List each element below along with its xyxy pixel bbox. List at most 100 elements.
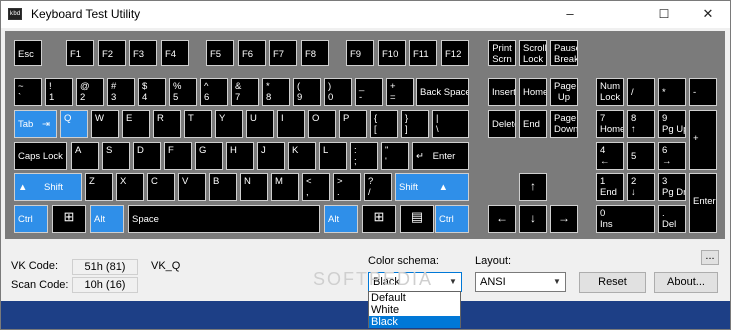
key-r[interactable]: R xyxy=(153,110,181,138)
minimize-button[interactable]: – xyxy=(547,1,593,28)
key-f8[interactable]: F8 xyxy=(301,40,329,66)
key-backslash[interactable]: | \ xyxy=(432,110,469,138)
key-y[interactable]: Y xyxy=(215,110,243,138)
key-numpad-5[interactable]: 5 xyxy=(627,142,655,170)
key-f9[interactable]: F9 xyxy=(346,40,374,66)
key-f11[interactable]: F11 xyxy=(409,40,437,66)
key-left-shift[interactable]: ▲ Shift xyxy=(14,173,82,201)
key-scroll-lock[interactable]: Scroll Lock xyxy=(519,40,547,66)
key-numpad-4[interactable]: 4 ← xyxy=(596,142,624,170)
key-2[interactable]: @2 xyxy=(76,78,104,106)
key-f2[interactable]: F2 xyxy=(98,40,126,66)
key-f[interactable]: F xyxy=(164,142,192,170)
reset-button[interactable]: Reset xyxy=(579,272,646,293)
key-semicolon[interactable]: :; xyxy=(350,142,378,170)
key-f6[interactable]: F6 xyxy=(238,40,266,66)
key-comma[interactable]: <, xyxy=(302,173,330,201)
layout-select[interactable]: ANSI ▼ xyxy=(475,272,566,292)
key-c[interactable]: C xyxy=(147,173,175,201)
key-arrow-down[interactable]: ↓ xyxy=(519,205,547,233)
key-f12[interactable]: F12 xyxy=(441,40,469,66)
key-left-win[interactable]: ⊞ xyxy=(52,205,86,233)
key-numpad-enter[interactable]: Enter xyxy=(689,173,717,233)
key-numpad-9[interactable]: 9 Pg Up xyxy=(658,110,686,138)
key-5[interactable]: % 5 xyxy=(169,78,197,106)
key-f5[interactable]: F5 xyxy=(206,40,234,66)
key-f7[interactable]: F7 xyxy=(269,40,297,66)
key-u[interactable]: U xyxy=(246,110,274,138)
key-left-bracket[interactable]: {[ xyxy=(370,110,398,138)
key-right-shift[interactable]: Shift ▲ xyxy=(395,173,469,201)
key-i[interactable]: I xyxy=(277,110,305,138)
key-minus[interactable]: _ - xyxy=(355,78,383,106)
key-right-alt[interactable]: Alt xyxy=(324,205,358,233)
key-page-up[interactable]: Page Up xyxy=(550,78,578,106)
key-tab[interactable]: Tab ⇥ xyxy=(14,110,57,138)
key-b[interactable]: B xyxy=(209,173,237,201)
key-numpad-subtract[interactable]: - xyxy=(689,78,717,106)
key-grave[interactable]: ~ ` xyxy=(14,78,42,106)
schema-option-black[interactable]: Black xyxy=(369,316,460,328)
key-home[interactable]: Home xyxy=(519,78,547,106)
key-z[interactable]: Z xyxy=(85,173,113,201)
key-f4[interactable]: F4 xyxy=(161,40,189,66)
key-numpad-0[interactable]: 0 Ins xyxy=(596,205,655,233)
key-quote[interactable]: " ' xyxy=(381,142,409,170)
key-delete[interactable]: Delete xyxy=(488,110,516,138)
key-arrow-left[interactable]: ← xyxy=(488,205,516,233)
key-print-screen[interactable]: Print Scrn xyxy=(488,40,516,66)
key-n[interactable]: N xyxy=(240,173,268,201)
key-numpad-7[interactable]: 7 Home xyxy=(596,110,624,138)
key-8[interactable]: * 8 xyxy=(262,78,290,106)
key-backspace[interactable]: Back Space xyxy=(416,78,469,106)
maximize-button[interactable]: ☐ xyxy=(641,1,687,28)
key-p[interactable]: P xyxy=(339,110,367,138)
key-pause[interactable]: PauseBreak xyxy=(550,40,578,66)
key-f3[interactable]: F3 xyxy=(129,40,157,66)
key-7[interactable]: & 7 xyxy=(231,78,259,106)
key-o[interactable]: O xyxy=(308,110,336,138)
key-equal[interactable]: + = xyxy=(386,78,414,106)
key-numpad-2[interactable]: 2 ↓ xyxy=(627,173,655,201)
schema-option-white[interactable]: White xyxy=(369,304,460,316)
key-t[interactable]: T xyxy=(184,110,212,138)
key-numpad-divide[interactable]: / xyxy=(627,78,655,106)
key-arrow-right[interactable]: → xyxy=(550,205,578,233)
key-0[interactable]: ) 0 xyxy=(324,78,352,106)
key-g[interactable]: G xyxy=(195,142,223,170)
key-left-ctrl[interactable]: Ctrl xyxy=(14,205,48,233)
key-m[interactable]: M xyxy=(271,173,299,201)
key-6[interactable]: ^ 6 xyxy=(200,78,228,106)
key-slash[interactable]: ? / xyxy=(364,173,392,201)
key-insert[interactable]: Insert xyxy=(488,78,516,106)
key-f1[interactable]: F1 xyxy=(66,40,94,66)
key-enter[interactable]: ↵ Enter xyxy=(412,142,469,170)
key-9[interactable]: (9 xyxy=(293,78,321,106)
key-l[interactable]: L xyxy=(319,142,347,170)
about-button[interactable]: About... xyxy=(654,272,718,293)
key-k[interactable]: K xyxy=(288,142,316,170)
key-numpad-1[interactable]: 1 End xyxy=(596,173,624,201)
key-x[interactable]: X xyxy=(116,173,144,201)
more-button[interactable]: ... xyxy=(701,250,719,265)
key-h[interactable]: H xyxy=(226,142,254,170)
key-numpad-multiply[interactable]: * xyxy=(658,78,686,106)
key-esc[interactable]: Esc xyxy=(14,40,42,66)
key-numpad-8[interactable]: 8 ↑ xyxy=(627,110,655,138)
key-space[interactable]: Space xyxy=(128,205,320,233)
key-v[interactable]: V xyxy=(178,173,206,201)
key-page-down[interactable]: Page Down xyxy=(550,110,578,138)
key-menu[interactable]: ▤ xyxy=(400,205,434,233)
key-4[interactable]: $4 xyxy=(138,78,166,106)
key-numpad-3[interactable]: 3 Pg Dn xyxy=(658,173,686,201)
key-end[interactable]: End xyxy=(519,110,547,138)
key-3[interactable]: #3 xyxy=(107,78,135,106)
key-left-alt[interactable]: Alt xyxy=(90,205,124,233)
key-right-ctrl[interactable]: Ctrl xyxy=(435,205,469,233)
key-numpad-6[interactable]: 6 → xyxy=(658,142,686,170)
key-numpad-decimal[interactable]: . Del xyxy=(658,205,686,233)
key-arrow-up[interactable]: ↑ xyxy=(519,173,547,201)
key-caps-lock[interactable]: Caps Lock xyxy=(14,142,67,170)
close-button[interactable]: ✕ xyxy=(685,1,730,28)
schema-option-default[interactable]: Default xyxy=(369,292,460,304)
